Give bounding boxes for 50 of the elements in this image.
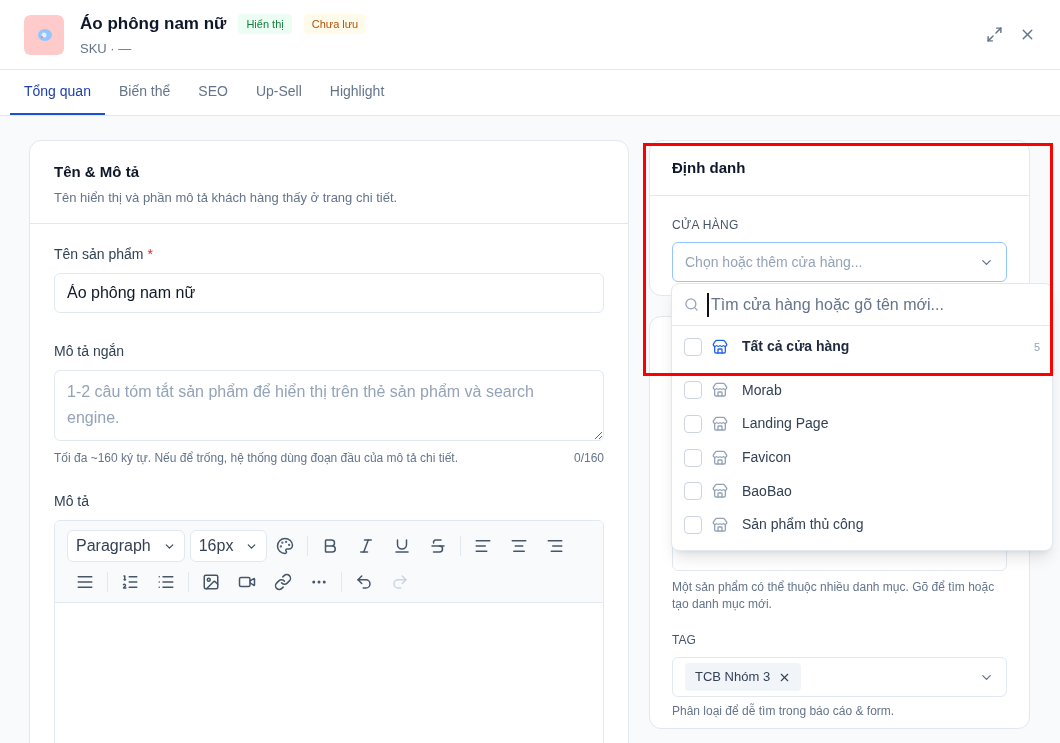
tag-chip: TCB Nhóm 3 <box>685 663 802 691</box>
search-field[interactable]: Tìm cửa hàng hoặc gõ tên mới... <box>707 292 1040 317</box>
status-badge: Chưa lưu <box>303 13 367 34</box>
search-icon <box>684 297 699 312</box>
tag-select[interactable]: TCB Nhóm 3 <box>672 657 1007 697</box>
store-icon <box>712 416 728 432</box>
store-option[interactable]: Favicon <box>672 440 1052 475</box>
status-badge: Hiển thị <box>238 13 292 34</box>
product-title: Áo phông nam nữ <box>80 13 227 35</box>
field-label: Tên sản phẩm <box>54 245 144 264</box>
field-label: Mô tả <box>54 492 90 511</box>
store-option[interactable]: BaoBao <box>672 474 1052 508</box>
font-size-dropdown[interactable]: 16px <box>189 530 268 562</box>
store-option[interactable]: Landing Page <box>672 407 1052 441</box>
hint-text: Phân loại để dễ tìm trong báo cáo & form. <box>672 702 896 720</box>
store-icon <box>712 516 728 533</box>
expand-icon[interactable] <box>986 26 1003 43</box>
format-dropdown[interactable]: Paragraph <box>67 530 185 562</box>
hint-text: Tối đa ~160 ký tự. Nếu để trống, hệ thống dùng đoạn đầu của mô tả chi tiết. <box>54 450 458 467</box>
store-icon <box>712 338 728 355</box>
tab[interactable]: Highlight <box>315 70 399 115</box>
input-field[interactable]: Áo phông nam nữ <box>54 273 604 313</box>
store-option[interactable]: Morab <box>672 373 1052 408</box>
store-icon <box>712 483 728 500</box>
tab[interactable]: Up-Sell <box>241 70 316 115</box>
tab[interactable]: SEO <box>184 70 242 115</box>
sku-text: SKU · — <box>80 39 133 58</box>
checkbox[interactable] <box>684 482 702 501</box>
checkbox[interactable] <box>684 515 702 534</box>
card-subtitle: Tên hiển thị và phần mô tả khách hàng thấy ở trang chi tiết. <box>54 188 399 207</box>
card-title: Định danh <box>672 157 746 178</box>
store-option[interactable]: Sản phẩm thủ công <box>672 507 1052 542</box>
tab[interactable]: Tổng quan <box>10 70 105 115</box>
field-label: TAG <box>672 632 697 649</box>
field-label: Mô tả ngắn <box>54 342 126 361</box>
checkbox[interactable] <box>684 337 702 356</box>
tab[interactable]: Biến thể <box>104 70 185 115</box>
store-icon <box>712 449 728 466</box>
hint-text: Một sản phẩm có thể thuộc nhiều danh mục. Gõ để tìm hoặc tạo danh mục mới. <box>672 579 996 613</box>
char-counter: 0/160 <box>573 450 604 467</box>
count-text: 5 <box>1033 339 1040 355</box>
checkbox[interactable] <box>684 415 702 433</box>
textarea-field[interactable]: 1-2 câu tóm tắt sản phẩm để hiển thị trên thẻ sản phẩm và search engine. <box>54 370 604 441</box>
store-icon <box>712 382 728 399</box>
checkbox[interactable] <box>684 381 702 400</box>
card-title: Tên & Mô tả <box>54 162 140 182</box>
field-label: CỬA HÀNG <box>672 216 740 234</box>
required-mark: * <box>147 245 153 264</box>
rich-text-editor[interactable]: Paragraph 16px <box>54 520 604 743</box>
checkbox[interactable] <box>684 448 702 467</box>
